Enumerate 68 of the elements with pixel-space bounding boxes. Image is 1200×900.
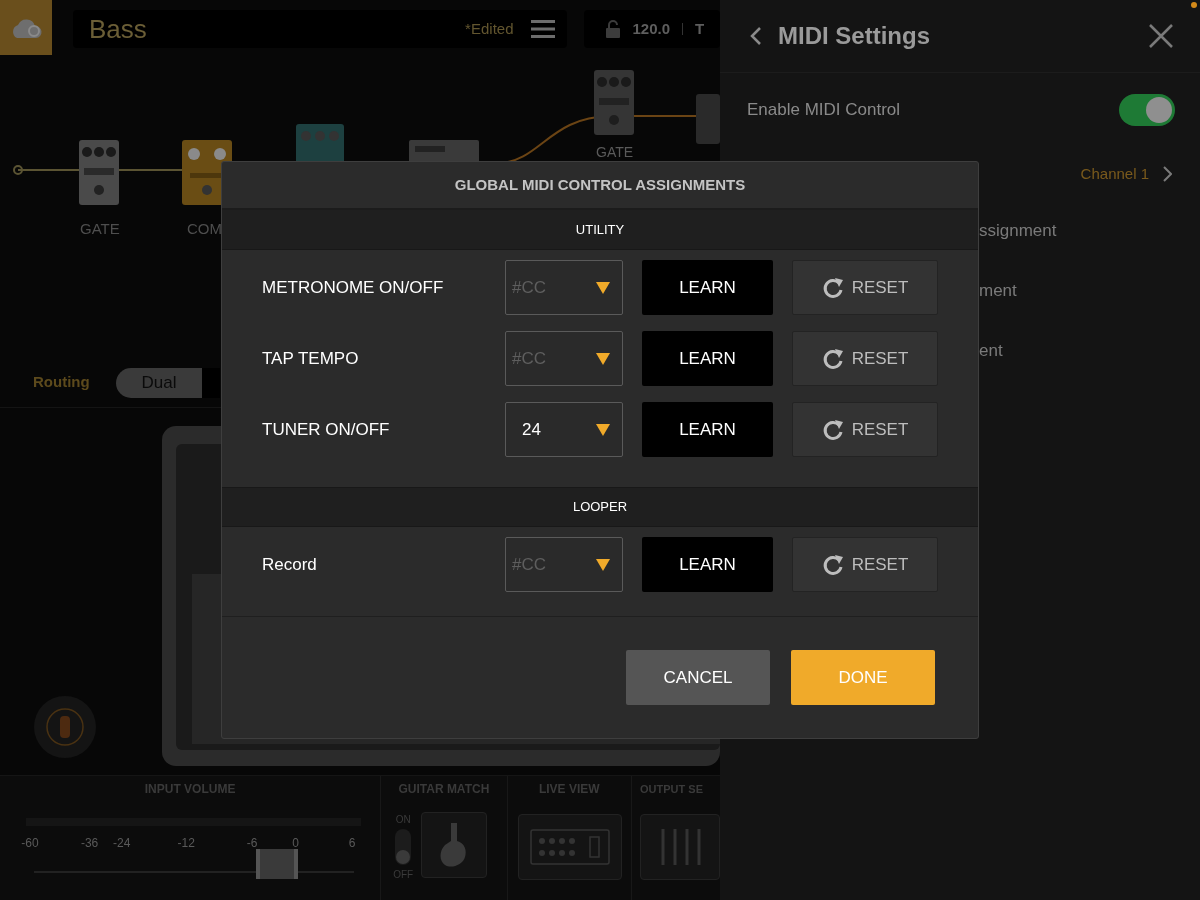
row-label: TAP TEMPO (262, 347, 360, 370)
guitar-button[interactable] (421, 812, 488, 878)
reset-button[interactable]: RESET (792, 260, 938, 315)
tap-label: T (695, 18, 705, 39)
back-chevron-icon[interactable] (750, 26, 762, 46)
signal-cable (12, 164, 82, 176)
row-label: Record (262, 553, 318, 576)
tempo-value: 120.0 (632, 18, 671, 39)
learn-button[interactable]: LEARN (642, 331, 773, 386)
pedalboard-icon (529, 829, 610, 865)
panel-title: MIDI Settings (778, 21, 930, 51)
output-button[interactable] (640, 814, 720, 880)
routing-option[interactable] (202, 367, 220, 398)
chevron-right-icon[interactable] (1163, 166, 1172, 182)
scale-label: -36 (80, 834, 99, 852)
pedal-label: GATE (80, 219, 120, 239)
redo-icon (821, 347, 844, 370)
redo-icon (821, 418, 844, 441)
midi-toggle[interactable] (1119, 94, 1175, 126)
edited-label: *Edited (465, 18, 514, 39)
reset-button[interactable]: RESET (792, 331, 938, 386)
notification-dot (1191, 2, 1197, 8)
splitter-drawing[interactable] (409, 140, 479, 164)
scale-label: 0 (292, 834, 299, 852)
vacuum-tube-icon (45, 707, 85, 747)
scale-label: 6 (348, 834, 356, 852)
cloud-button[interactable] (0, 0, 52, 55)
row-label: TUNER ON/OFF (262, 418, 391, 441)
learn-button[interactable]: LEARN (642, 402, 773, 457)
pedal-drawing[interactable] (79, 140, 119, 205)
section-title: LOOPER (572, 498, 628, 517)
preset-name: Bass (88, 12, 147, 46)
dropdown-triangle-icon (596, 558, 610, 571)
routing-label: Routing (33, 372, 91, 393)
setting-label[interactable]: ssignment (979, 218, 1057, 244)
setting-label[interactable]: ment (979, 278, 1017, 304)
preset-name-bar[interactable]: Bass *Edited (72, 10, 568, 48)
redo-icon (821, 553, 844, 576)
channel-value[interactable]: Channel 1 (1080, 162, 1149, 186)
dialog-title: GLOBAL MIDI CONTROL ASSIGNMENTS (454, 174, 746, 195)
scale-label: -6 (246, 834, 258, 852)
redo-icon (821, 276, 844, 299)
tempo-bar[interactable]: 120.0 T (584, 10, 720, 48)
live-view-button[interactable] (517, 814, 622, 880)
cc-dropdown[interactable]: 24 (505, 402, 623, 457)
scale-label: -12 (177, 834, 195, 852)
reset-button[interactable]: RESET (792, 402, 938, 457)
pedal-label: GATE (596, 143, 634, 162)
menu-icon[interactable] (531, 20, 556, 38)
scale-label: -60 (21, 834, 39, 852)
cancel-button[interactable]: CANCEL (626, 650, 770, 705)
amp-drawing[interactable] (696, 94, 720, 144)
close-icon[interactable] (1148, 23, 1174, 49)
section-title: UTILITY (575, 220, 625, 239)
scale-label: -24 (113, 834, 131, 852)
lock-icon (606, 20, 621, 38)
volume-fader[interactable] (256, 848, 299, 879)
setting-label: Enable MIDI Control (747, 99, 901, 122)
guitar-match-switch[interactable] (395, 829, 412, 865)
pedal-label: COM (187, 219, 222, 239)
dropdown-triangle-icon (596, 281, 610, 294)
setting-label[interactable]: ent (979, 338, 1003, 364)
dropdown-triangle-icon (596, 423, 610, 436)
learn-button[interactable]: LEARN (642, 537, 773, 592)
row-label: METRONOME ON/OFF (262, 276, 445, 299)
learn-button[interactable]: LEARN (642, 260, 773, 315)
reset-button[interactable]: RESET (792, 537, 938, 592)
dropdown-triangle-icon (596, 352, 610, 365)
